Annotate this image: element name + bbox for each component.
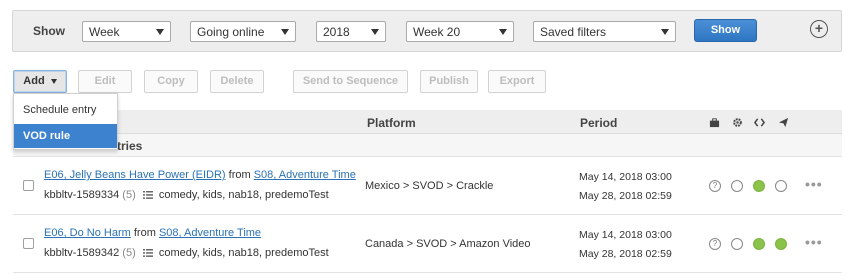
season-link[interactable]: S08, Adventure Time xyxy=(159,227,261,239)
status-dot-empty xyxy=(731,238,743,250)
menu-item-schedule-entry[interactable]: Schedule entry xyxy=(14,98,117,122)
saved-filters-value: Saved filters xyxy=(540,25,607,39)
period-type-value: Week xyxy=(89,25,120,39)
saved-filters-select[interactable]: Saved filters xyxy=(533,21,676,42)
show-label: Show xyxy=(33,24,65,38)
briefcase-icon xyxy=(709,118,720,128)
asset-tags: comedy, kids, nab18, predemoTest xyxy=(158,247,329,259)
list-icon xyxy=(142,191,153,199)
help-icon[interactable]: ? xyxy=(709,180,721,192)
year-select[interactable]: 2018 xyxy=(316,21,386,42)
status-dot-green xyxy=(753,180,765,192)
asset-id: kbbltv-1589342 xyxy=(44,247,120,259)
period-end: May 28, 2018 02:59 xyxy=(579,190,672,202)
asset-id: kbbltv-1589334 xyxy=(44,189,120,201)
row-checkbox[interactable] xyxy=(23,238,34,249)
copy-button[interactable]: Copy xyxy=(144,70,198,93)
export-button[interactable]: Export xyxy=(488,70,546,93)
from-text: from xyxy=(133,227,156,239)
episode-link[interactable]: E06, Do No Harm xyxy=(44,227,131,239)
group-label: tries xyxy=(117,139,143,153)
menu-item-vod-rule[interactable]: VOD rule xyxy=(14,124,117,148)
chevron-down-icon xyxy=(499,29,507,35)
platform-header[interactable]: Platform xyxy=(367,116,416,130)
period-end: May 28, 2018 02:59 xyxy=(579,248,672,260)
episode-link[interactable]: E06, Jelly Beans Have Power (EIDR) xyxy=(44,169,226,181)
season-link[interactable]: S08, Adventure Time xyxy=(254,169,356,181)
asset-count: (5) xyxy=(122,247,136,259)
caret-down-icon xyxy=(50,78,57,84)
group-row: tries xyxy=(13,134,842,157)
chevron-down-icon xyxy=(371,29,379,35)
year-value: 2018 xyxy=(323,25,350,39)
edit-button[interactable]: Edit xyxy=(78,70,132,93)
row-title-line: E06, Jelly Beans Have Power (EIDR) from … xyxy=(44,169,356,181)
period-start: May 14, 2018 03:00 xyxy=(579,171,672,183)
chevron-down-icon xyxy=(156,29,164,35)
week-select[interactable]: Week 20 xyxy=(406,21,514,42)
asset-tags: comedy, kids, nab18, predemoTest xyxy=(158,189,329,201)
add-filter-button[interactable]: + xyxy=(810,20,828,38)
status-dot-green xyxy=(775,238,787,250)
show-button[interactable]: Show xyxy=(694,19,757,42)
asset-count: (5) xyxy=(122,189,136,201)
platform-cell: Canada > SVOD > Amazon Video xyxy=(365,238,531,250)
chevron-down-icon xyxy=(661,29,669,35)
add-dropdown-menu: Schedule entry VOD rule xyxy=(13,93,118,150)
status-select[interactable]: Going online xyxy=(190,21,296,42)
help-icon[interactable]: ? xyxy=(709,238,721,250)
filter-bar: Show Week Going online 2018 Week 20 Save… xyxy=(12,10,842,52)
row-meta-line: kbbltv-1589342 (5) comedy, kids, nab18, … xyxy=(44,247,329,259)
delete-button[interactable]: Delete xyxy=(210,70,264,93)
status-value: Going online xyxy=(197,25,265,39)
table-row: E06, Do No Harm from S08, Adventure Time… xyxy=(13,216,842,273)
platform-cell: Mexico > SVOD > Crackle xyxy=(365,180,494,192)
more-options-icon[interactable]: ••• xyxy=(805,176,823,192)
row-title-line: E06, Do No Harm from S08, Adventure Time xyxy=(44,227,261,239)
week-value: Week 20 xyxy=(413,25,461,39)
period-start: May 14, 2018 03:00 xyxy=(579,229,672,241)
code-icon xyxy=(754,118,765,127)
period-header[interactable]: Period xyxy=(580,116,617,130)
send-to-sequence-button[interactable]: Send to Sequence xyxy=(293,70,408,93)
chevron-down-icon xyxy=(281,29,289,35)
table-header: Platform Period xyxy=(13,110,842,134)
add-button-label: Add xyxy=(23,75,45,87)
status-dot-empty xyxy=(775,180,787,192)
list-icon xyxy=(142,249,153,257)
more-options-icon[interactable]: ••• xyxy=(805,234,823,250)
from-text: from xyxy=(228,169,251,181)
row-checkbox[interactable] xyxy=(23,180,34,191)
publish-button[interactable]: Publish xyxy=(420,70,478,93)
gear-icon xyxy=(733,118,742,127)
period-type-select[interactable]: Week xyxy=(82,21,171,42)
status-dot-empty xyxy=(731,180,743,192)
status-dot-green xyxy=(753,238,765,250)
add-button[interactable]: Add xyxy=(13,70,67,93)
send-icon xyxy=(778,117,789,128)
table-row: E06, Jelly Beans Have Power (EIDR) from … xyxy=(13,158,842,215)
row-meta-line: kbbltv-1589334 (5) comedy, kids, nab18, … xyxy=(44,189,329,201)
